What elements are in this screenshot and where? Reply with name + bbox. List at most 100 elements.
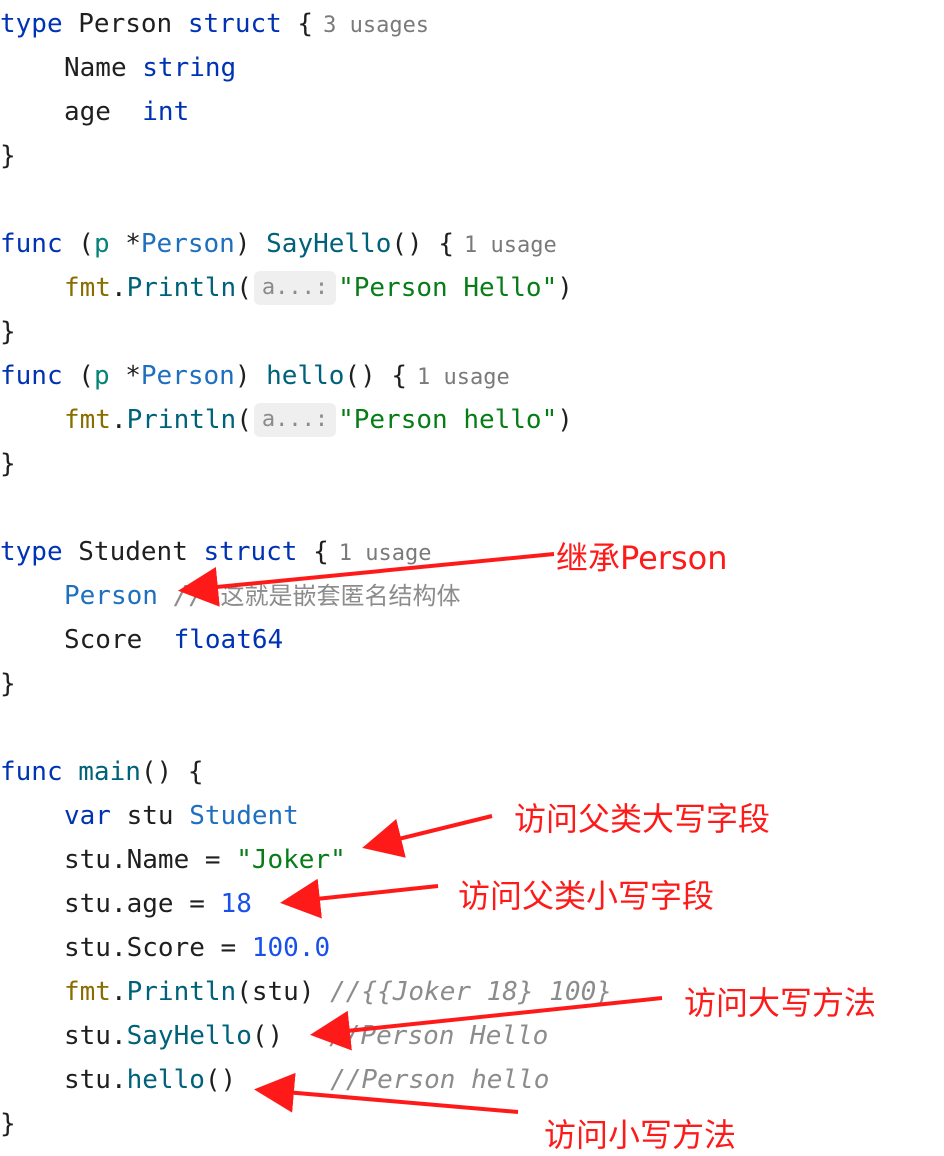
assignment: stu.Name = xyxy=(64,845,237,875)
code-line: } xyxy=(0,1102,16,1146)
keyword: func xyxy=(0,757,63,787)
assignment: stu.Score = xyxy=(64,933,252,963)
package-name: fmt xyxy=(64,405,111,435)
paren: ( xyxy=(236,405,252,435)
string-literal: "Person Hello" xyxy=(338,273,558,303)
field-type: string xyxy=(142,53,237,83)
code-line: Person // 这就是嵌套匿名结构体 xyxy=(64,574,461,618)
call-args: (stu) xyxy=(236,977,331,1007)
code-line: Score float64 xyxy=(64,618,283,662)
call-parens: () xyxy=(204,1065,237,1095)
paren: ( xyxy=(62,361,94,391)
code-line: fmt.Println(a...: "Person hello") xyxy=(64,398,573,442)
receiver-type: Person xyxy=(140,229,235,259)
dot: . xyxy=(110,405,127,435)
object: stu. xyxy=(64,1021,127,1051)
number-literal: 100.0 xyxy=(251,933,331,963)
code-line: type Person struct {3 usages xyxy=(0,2,429,46)
annotation-inherit: 继承Person xyxy=(556,539,728,577)
keyword: func xyxy=(0,361,63,391)
method-call: SayHello xyxy=(126,1021,252,1051)
receiver-type: Person xyxy=(140,361,235,391)
brace: { xyxy=(297,537,329,567)
annotation-lower-field: 访问父类小写字段 xyxy=(458,877,715,915)
code-line: func (p *Person) SayHello() {1 usage xyxy=(0,222,557,266)
keyword: type xyxy=(0,9,63,39)
usage-hint[interactable]: 1 usage xyxy=(417,365,510,390)
function-name: Println xyxy=(126,977,237,1007)
comment: //Person hello xyxy=(330,1065,550,1095)
field-name: age xyxy=(64,97,143,127)
number-literal: 18 xyxy=(220,889,252,919)
comment-text: 这就是嵌套匿名结构体 xyxy=(220,582,461,610)
function-name: Println xyxy=(126,405,237,435)
comment: //{{Joker 18} 100} xyxy=(330,977,612,1007)
code-line: } xyxy=(0,662,16,706)
dot: . xyxy=(110,273,127,303)
keyword: struct xyxy=(187,9,282,39)
brace: } xyxy=(0,317,16,347)
function-name: Println xyxy=(126,273,237,303)
arrow-lower-field xyxy=(280,878,439,919)
keyword: var xyxy=(64,801,111,831)
signature: () { xyxy=(391,229,454,259)
method-name: hello xyxy=(266,361,345,391)
keyword: func xyxy=(0,229,63,259)
annotation-lower-method: 访问小写方法 xyxy=(544,1116,737,1154)
brace: } xyxy=(0,449,16,479)
embedded-type: Person xyxy=(64,581,158,611)
code-line: Name string xyxy=(64,46,236,90)
type-ref: Student xyxy=(189,801,299,831)
pointer: * xyxy=(109,229,141,259)
type-name: Student xyxy=(62,537,204,567)
keyword: type xyxy=(0,537,63,567)
code-line: func main() { xyxy=(0,750,204,794)
code-line: stu.hello() //Person hello xyxy=(64,1058,549,1102)
package-name: fmt xyxy=(64,977,111,1007)
usage-hint[interactable]: 1 usage xyxy=(464,233,557,258)
signature: () { xyxy=(140,757,204,787)
paren: ) xyxy=(557,405,573,435)
usage-hint[interactable]: 1 usage xyxy=(339,541,432,566)
arrow-upper-field xyxy=(362,814,493,858)
field-name: Score xyxy=(64,625,174,655)
field-type: float64 xyxy=(173,625,284,655)
comment-slashes: // xyxy=(157,581,221,611)
brace: { xyxy=(281,9,314,39)
code-line: stu.age = 18 xyxy=(64,882,252,926)
code-line: age int xyxy=(64,90,189,134)
code-line: stu.Score = 100.0 xyxy=(64,926,330,970)
call-parens: () xyxy=(251,1021,284,1051)
brace: } xyxy=(0,141,16,171)
type-name: Person xyxy=(62,9,188,39)
code-line: } xyxy=(0,442,16,486)
code-line: var stu Student xyxy=(64,794,299,838)
code-line: stu.SayHello() //Person Hello xyxy=(64,1014,548,1058)
code-line: } xyxy=(0,134,16,178)
pointer: * xyxy=(109,361,141,391)
signature: () { xyxy=(344,361,408,391)
string-literal: "Joker" xyxy=(236,845,346,875)
brace: } xyxy=(0,1109,16,1139)
paren: ) xyxy=(234,361,267,391)
method-name: SayHello xyxy=(266,229,392,259)
assignment: stu.age = xyxy=(64,889,221,919)
parameter-hint: a...: xyxy=(253,271,337,305)
paren: ) xyxy=(234,229,267,259)
comment: //Person Hello xyxy=(329,1021,549,1051)
function-name: main xyxy=(62,757,141,787)
paren: ( xyxy=(62,229,94,259)
usage-hint[interactable]: 3 usages xyxy=(323,13,429,38)
object: stu. xyxy=(64,1065,127,1095)
code-line: func (p *Person) hello() {1 usage xyxy=(0,354,510,398)
code-line: stu.Name = "Joker" xyxy=(64,838,346,882)
code-line: type Student struct {1 usage xyxy=(0,530,431,574)
dot: . xyxy=(110,977,127,1007)
method-call: hello xyxy=(126,1065,205,1095)
field-type: int xyxy=(142,97,190,127)
code-line: } xyxy=(0,310,16,354)
code-line: fmt.Println(a...: "Person Hello") xyxy=(64,266,573,310)
variable-name: stu xyxy=(110,801,190,831)
package-name: fmt xyxy=(64,273,111,303)
code-line: fmt.Println(stu) //{{Joker 18} 100} xyxy=(64,970,612,1014)
